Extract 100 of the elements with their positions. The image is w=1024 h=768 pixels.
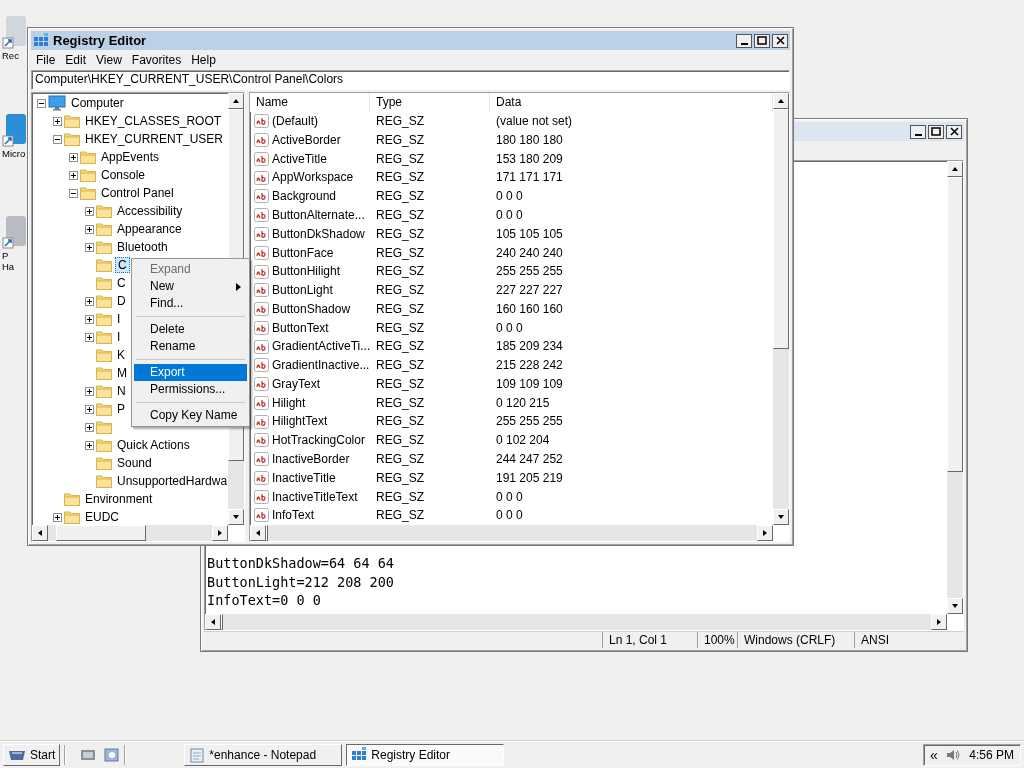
column-header[interactable]: Type: [370, 93, 490, 112]
start-button[interactable]: Start: [3, 744, 61, 766]
scroll-left-button[interactable]: [205, 614, 221, 630]
tree-item[interactable]: Sound: [115, 455, 154, 471]
close-button[interactable]: [946, 124, 962, 139]
collapse-toggle[interactable]: [69, 188, 78, 198]
expand-toggle[interactable]: [85, 224, 94, 234]
tree-item[interactable]: UnsupportedHardwa: [115, 473, 228, 489]
taskbar-button[interactable]: *enhance - Notepad: [184, 744, 343, 766]
tree-item[interactable]: EUDC: [83, 509, 121, 525]
tray-expand-button[interactable]: «: [930, 746, 938, 764]
value-name[interactable]: GrayText: [272, 376, 320, 392]
taskbar-button[interactable]: Registry Editor: [346, 744, 505, 766]
tree-item[interactable]: C: [115, 275, 128, 291]
expand-toggle[interactable]: [85, 404, 94, 414]
value-name[interactable]: GradientActiveTi...: [272, 339, 371, 354]
value-name[interactable]: (Default): [272, 114, 318, 129]
speaker-icon[interactable]: [945, 749, 960, 761]
scroll-right-button[interactable]: [931, 614, 947, 630]
menu-item[interactable]: Edit: [60, 52, 92, 68]
collapse-toggle[interactable]: [53, 134, 62, 144]
tree-item[interactable]: I: [115, 311, 123, 327]
scroll-up-button[interactable]: [947, 161, 963, 177]
tree-item[interactable]: HKEY_CLASSES_ROOT: [83, 113, 224, 129]
maximize-button[interactable]: [928, 124, 944, 139]
tree-item[interactable]: Accessibility: [115, 203, 185, 219]
tree-item[interactable]: Environment: [83, 491, 155, 507]
minimize-button[interactable]: [910, 124, 926, 139]
value-name[interactable]: ButtonFace: [272, 245, 334, 260]
menu-item[interactable]: View: [91, 52, 127, 68]
scroll-right-button[interactable]: [212, 525, 228, 541]
value-name[interactable]: HilightText: [272, 414, 328, 429]
value-name[interactable]: ButtonAlternate...: [272, 208, 365, 223]
tree-item[interactable]: Bluetooth: [115, 239, 170, 255]
expand-toggle[interactable]: [69, 152, 78, 162]
scrollbar-thumb[interactable]: [221, 614, 223, 630]
value-name[interactable]: InactiveTitleText: [272, 489, 358, 504]
expand-toggle[interactable]: [85, 422, 94, 432]
scroll-up-button[interactable]: [228, 93, 244, 109]
menu-item[interactable]: Delete: [134, 321, 247, 338]
desktop-icon[interactable]: [80, 748, 97, 762]
expand-toggle[interactable]: [53, 116, 62, 126]
scrollbar-thumb[interactable]: [947, 177, 963, 472]
value-name[interactable]: HotTrackingColor: [272, 433, 365, 448]
menu-item[interactable]: Rename: [134, 338, 247, 355]
tree-item[interactable]: Control Panel: [99, 185, 176, 201]
value-name[interactable]: InactiveTitle: [272, 470, 336, 486]
menu-item[interactable]: New: [134, 278, 247, 295]
expand-toggle[interactable]: [85, 332, 94, 342]
expand-toggle[interactable]: [85, 440, 94, 450]
tree-item[interactable]: P: [115, 401, 127, 417]
maximize-button[interactable]: [754, 33, 770, 48]
value-name[interactable]: ButtonHilight: [272, 264, 341, 279]
address-bar[interactable]: Computer\HKEY_CURRENT_USER\Control Panel\Colors: [31, 70, 790, 90]
tree-item[interactable]: Appearance: [115, 221, 184, 237]
scroll-left-button[interactable]: [32, 525, 48, 541]
value-name[interactable]: InactiveBorder: [272, 451, 350, 467]
value-name[interactable]: InfoText: [272, 508, 315, 523]
expand-toggle[interactable]: [85, 296, 94, 306]
expand-toggle[interactable]: [85, 206, 94, 216]
tree-item[interactable]: Quick Actions: [115, 437, 192, 453]
value-name[interactable]: ButtonShadow: [272, 301, 351, 317]
menu-item[interactable]: Permissions...: [134, 381, 247, 398]
scroll-down-button[interactable]: [773, 509, 789, 525]
window-switch-icon[interactable]: [104, 748, 121, 762]
value-name[interactable]: ButtonLight: [272, 283, 333, 298]
expand-toggle[interactable]: [85, 314, 94, 324]
expand-toggle[interactable]: [85, 386, 94, 396]
value-name[interactable]: ButtonText: [272, 320, 329, 335]
tree-item[interactable]: K: [115, 347, 127, 363]
tree-item[interactable]: AppEvents: [99, 149, 162, 165]
scroll-right-button[interactable]: [757, 525, 773, 541]
menu-item[interactable]: Copy Key Name: [134, 407, 247, 424]
tree-item[interactable]: Console: [99, 167, 148, 183]
value-name[interactable]: Hilight: [272, 395, 306, 411]
menu-item[interactable]: Help: [186, 52, 221, 68]
scroll-left-button[interactable]: [250, 525, 266, 541]
menu-item[interactable]: Favorites: [126, 52, 187, 68]
value-name[interactable]: ButtonDkShadow: [272, 226, 365, 242]
shortcut-icon[interactable]: [2, 112, 28, 148]
tree-item[interactable]: M: [115, 365, 129, 381]
scroll-down-button[interactable]: [947, 598, 963, 614]
tree-item[interactable]: I: [115, 329, 123, 345]
scroll-up-button[interactable]: [773, 93, 789, 109]
expand-toggle[interactable]: [69, 170, 78, 180]
tree-item[interactable]: C: [115, 256, 130, 274]
tree-item[interactable]: D: [115, 293, 128, 309]
menu-item[interactable]: Find...: [134, 295, 247, 312]
close-button[interactable]: [772, 33, 788, 48]
value-name[interactable]: AppWorkspace: [272, 170, 354, 185]
value-name[interactable]: Background: [272, 189, 337, 204]
value-name[interactable]: ActiveTitle: [272, 151, 327, 167]
value-name[interactable]: ActiveBorder: [272, 132, 341, 148]
scroll-down-button[interactable]: [228, 509, 244, 525]
tree-item[interactable]: Computer: [69, 95, 126, 111]
scrollbar-thumb[interactable]: [266, 525, 268, 541]
shortcut-icon[interactable]: [2, 14, 28, 50]
expand-toggle[interactable]: [53, 512, 62, 522]
column-header[interactable]: Name: [250, 93, 370, 112]
minimize-button[interactable]: [736, 33, 752, 48]
